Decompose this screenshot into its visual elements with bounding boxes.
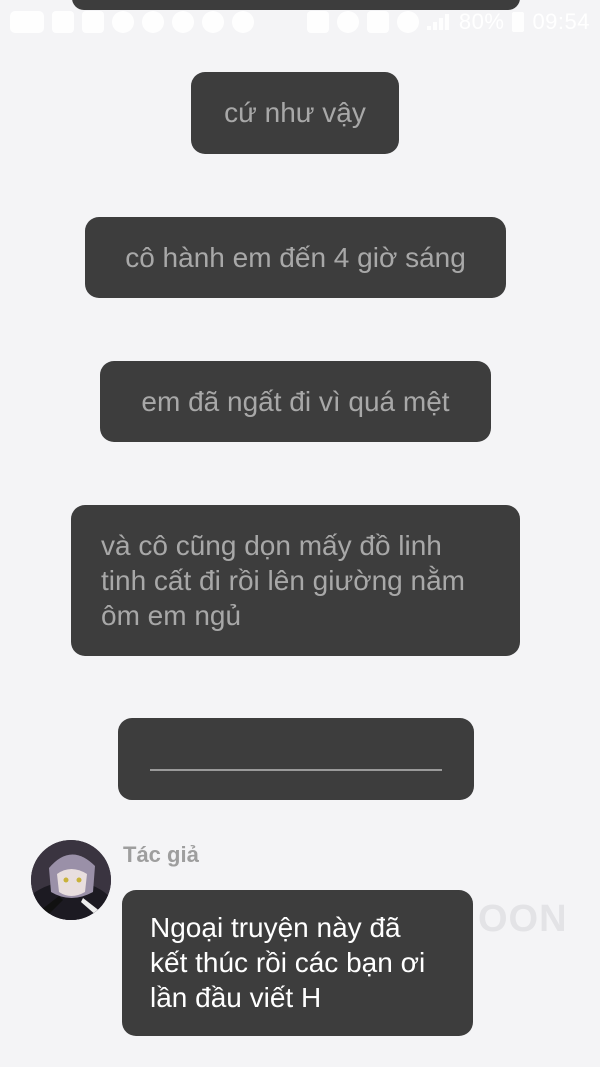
message-icon: [10, 11, 44, 33]
message-bubble: cô hành em đến 4 giờ sáng: [85, 217, 506, 298]
smile-icon: [172, 11, 194, 33]
message-text: cô hành em đến 4 giờ sáng: [125, 241, 466, 273]
mute-icon: [336, 11, 359, 33]
battery-icon: [512, 12, 525, 32]
author-message-bubble: Ngoại truyện này đã kết thúc rồi các bạn…: [122, 890, 473, 1036]
message-text: em đã ngất đi vì quá mệt: [141, 385, 450, 417]
system-icons: 80% 09:54: [306, 9, 590, 35]
status-bar: 80% 09:54: [0, 0, 600, 44]
clock: 09:54: [532, 9, 590, 34]
message-text: và cô cũng dọn mấy đồ linh tinh cất đi r…: [101, 530, 465, 631]
chat-icon: [82, 11, 104, 33]
signal-icon: [426, 14, 451, 30]
message-bubble: và cô cũng dọn mấy đồ linh tinh cất đi r…: [71, 505, 520, 656]
shield-icon: [142, 11, 164, 33]
nfc-icon: [366, 11, 389, 33]
wifi-icon: [396, 11, 419, 33]
settings-icon: [232, 11, 254, 33]
avatar[interactable]: [31, 840, 111, 920]
message-bubble: em đã ngất đi vì quá mệt: [100, 361, 491, 442]
author-name: Tác giả: [123, 842, 199, 867]
divider-bubble: [118, 718, 474, 800]
notification-icons: [10, 11, 254, 33]
avatar-image: [31, 840, 111, 920]
divider-line: [150, 769, 442, 771]
message-bubble: cứ như vậy: [191, 72, 399, 154]
gear-icon: [202, 11, 224, 33]
pinterest-icon: [112, 11, 134, 33]
watermark-logo: OON: [478, 898, 568, 940]
battery-percent: 80%: [458, 9, 505, 34]
message-text: cứ như vậy: [224, 97, 366, 128]
author-message-text: Ngoại truyện này đã kết thúc rồi các bạn…: [150, 912, 426, 1013]
gallery-icon: [52, 11, 74, 33]
sim-icon: [306, 11, 329, 33]
